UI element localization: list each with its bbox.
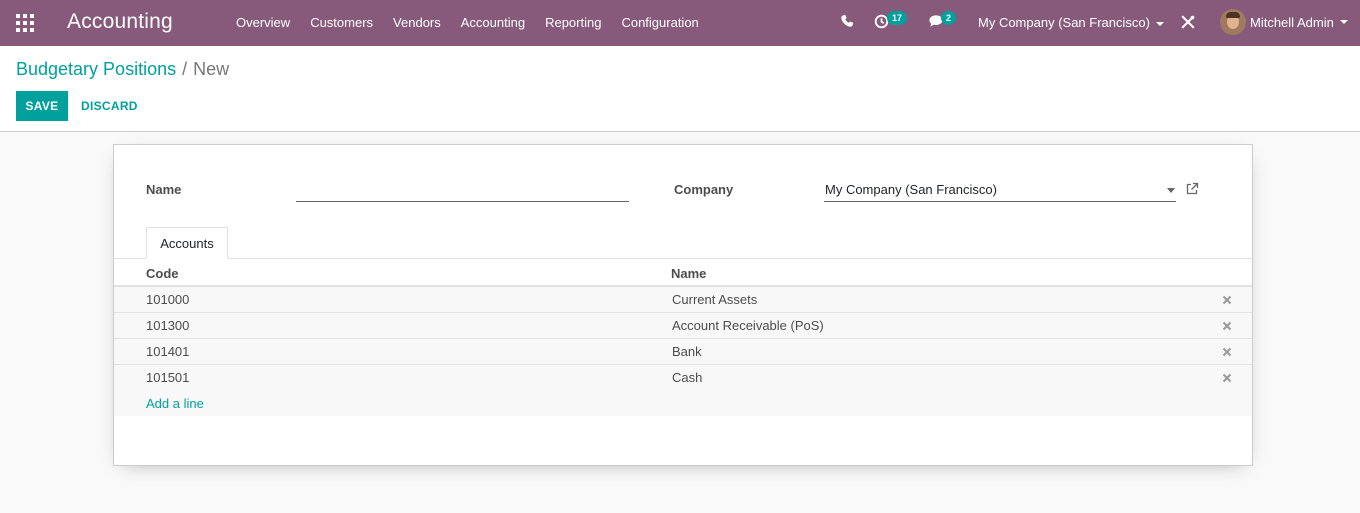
name-field[interactable]	[296, 180, 629, 202]
name-label: Name	[146, 182, 182, 197]
breadcrumb-current: New	[193, 59, 230, 79]
cell-name: Account Receivable (PoS)	[672, 318, 824, 333]
external-link-icon[interactable]	[1185, 182, 1199, 196]
cell-code: 101300	[146, 318, 190, 333]
save-button[interactable]: Save	[16, 91, 68, 121]
activity-count-badge: 17	[887, 11, 908, 25]
menu-item-accounting[interactable]: Accounting	[461, 15, 525, 30]
chevron-down-icon	[1339, 20, 1348, 24]
menu-item-overview[interactable]: Overview	[236, 15, 290, 30]
column-header-name[interactable]: Name	[671, 266, 706, 281]
notebook-tabs: Accounts	[114, 227, 1252, 259]
table-row[interactable]: 101000 Current Assets	[114, 287, 1252, 313]
table-header: Code Name	[114, 259, 1252, 287]
cell-code: 101401	[146, 344, 190, 359]
cell-name: Bank	[672, 344, 702, 359]
tab-accounts[interactable]: Accounts	[146, 227, 228, 259]
delete-row-icon[interactable]	[1222, 293, 1232, 305]
cell-code: 101501	[146, 370, 190, 385]
chevron-down-icon[interactable]	[1167, 188, 1175, 193]
top-navbar: Accounting Overview Customers Vendors Ac…	[0, 0, 1360, 46]
delete-row-icon[interactable]	[1222, 345, 1232, 357]
phone-icon[interactable]	[840, 14, 854, 31]
column-header-code[interactable]: Code	[146, 266, 179, 281]
chevron-down-icon	[1155, 21, 1164, 26]
add-line-link[interactable]: Add a line	[146, 396, 204, 411]
menu-item-configuration[interactable]: Configuration	[621, 15, 698, 30]
app-title[interactable]: Accounting	[67, 10, 173, 34]
cell-name: Cash	[672, 370, 703, 385]
menu-item-vendors[interactable]: Vendors	[393, 15, 441, 30]
avatar	[1220, 9, 1246, 35]
debug-tools-icon[interactable]	[1181, 15, 1195, 32]
delete-row-icon[interactable]	[1222, 319, 1232, 331]
message-count-badge: 2	[941, 11, 957, 25]
user-menu[interactable]: Mitchell Admin	[1220, 9, 1348, 35]
breadcrumb-separator: /	[182, 59, 188, 79]
main-menu: Overview Customers Vendors Accounting Re…	[236, 15, 719, 30]
breadcrumb: Budgetary Positions / New	[16, 59, 229, 80]
cell-code: 101000	[146, 292, 190, 307]
breadcrumb-parent[interactable]: Budgetary Positions	[16, 59, 176, 79]
company-label: Company	[674, 182, 734, 197]
menu-item-customers[interactable]: Customers	[310, 15, 373, 30]
apps-grid-icon[interactable]	[16, 14, 34, 32]
form-sheet: Name Company My Company (San Francisco) …	[113, 144, 1253, 466]
user-name: Mitchell Admin	[1250, 14, 1334, 30]
add-line-row: Add a line	[114, 391, 1252, 416]
table-row[interactable]: 101401 Bank	[114, 339, 1252, 365]
delete-row-icon[interactable]	[1222, 371, 1232, 383]
company-switcher-label: My Company (San Francisco)	[978, 15, 1150, 30]
cell-name: Current Assets	[672, 292, 758, 307]
menu-item-reporting[interactable]: Reporting	[545, 15, 601, 30]
accounts-table: Code Name 101000 Current Assets 101300 A…	[114, 259, 1252, 416]
table-row[interactable]: 101501 Cash	[114, 365, 1252, 391]
table-row[interactable]: 101300 Account Receivable (PoS)	[114, 313, 1252, 339]
discard-button[interactable]: Discard	[74, 91, 145, 121]
company-switcher[interactable]: My Company (San Francisco)	[978, 15, 1164, 30]
company-field-value: My Company (San Francisco)	[825, 182, 997, 197]
control-panel: Budgetary Positions / New Save Discard	[0, 46, 1360, 132]
